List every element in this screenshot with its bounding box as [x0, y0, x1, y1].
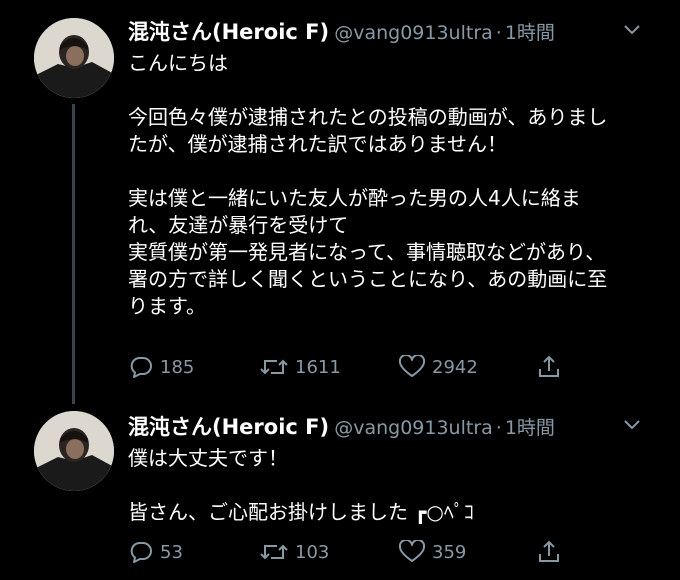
chevron-down-icon[interactable] [622, 22, 642, 36]
text-line: 今回色々僕が逮捕されたとの投稿の動画が、ありまし [128, 105, 608, 129]
reply-button[interactable]: 185 [128, 352, 194, 382]
retweet-icon [260, 359, 288, 375]
display-name[interactable]: 混沌さん(Heroic F) [128, 20, 329, 44]
text-line: こんにちは [128, 51, 228, 75]
text-line: 実は僕と一緒にいた友人が酔った男の人4人に絡ま [128, 186, 581, 210]
reply-count: 53 [160, 541, 183, 563]
like-count: 359 [432, 541, 467, 563]
retweet-count: 103 [295, 541, 330, 563]
tweet-text: こんにちは 今回色々僕が逮捕されたとの投稿の動画が、ありまし たが、僕が逮捕され… [128, 50, 648, 320]
tweet[interactable]: 混沌さん(Heroic F) @vang0913ultra · 1時間 僕は大丈夫で… [0, 395, 680, 580]
retweet-button[interactable]: 103 [259, 537, 329, 567]
avatar[interactable] [34, 411, 114, 491]
retweet-icon [260, 544, 288, 560]
thread-line [72, 104, 75, 404]
share-icon [539, 355, 559, 377]
text-line: れ、友達が暴行を受けて [128, 213, 349, 237]
tweet-header: 混沌さん(Heroic F) @vang0913ultra · 1時間 [128, 411, 555, 443]
like-icon [398, 540, 426, 562]
user-handle[interactable]: @vang0913ultra [334, 22, 493, 44]
text-line: 実質僕が第一発見者になって、事情聴取などがあり、 [128, 240, 606, 264]
tweet-header: 混沌さん(Heroic F) @vang0913ultra · 1時間 [128, 16, 555, 48]
separator-dot: · [495, 22, 502, 44]
text-line: 署の方で詳しく聞くということになり、あの動画に至 [128, 267, 608, 291]
like-icon [398, 355, 426, 377]
share-button[interactable] [536, 537, 568, 567]
text-line: 僕は大丈夫です！ [128, 446, 288, 470]
reply-count: 185 [160, 356, 195, 378]
tweet-text: 僕は大丈夫です！ 皆さん、ご心配お掛けしました ┏○ﾍﾟｺ [128, 445, 648, 526]
reply-icon [130, 357, 152, 378]
tweet-actions: 185 1611 2942 [128, 352, 568, 382]
user-handle[interactable]: @vang0913ultra [334, 417, 493, 439]
reply-icon [130, 542, 152, 563]
timestamp[interactable]: 1時間 [505, 417, 555, 439]
tweet[interactable]: 混沌さん(Heroic F) @vang0913ultra · 1時間 こんにちは … [0, 0, 680, 404]
reply-button[interactable]: 53 [128, 537, 183, 567]
avatar[interactable] [34, 18, 114, 98]
timestamp[interactable]: 1時間 [505, 22, 555, 44]
chevron-down-icon[interactable] [622, 417, 642, 431]
retweet-count: 1611 [295, 356, 341, 378]
share-button[interactable] [536, 352, 568, 382]
like-button[interactable]: 359 [398, 537, 466, 567]
text-line: ります。 [128, 294, 206, 318]
retweet-button[interactable]: 1611 [259, 352, 341, 382]
text-line: たが、僕が逮捕された訳ではありません！ [128, 132, 507, 156]
separator-dot: · [495, 417, 502, 439]
like-button[interactable]: 2942 [398, 352, 478, 382]
like-count: 2942 [432, 356, 478, 378]
text-line: 皆さん、ご心配お掛けしました ┏○ﾍﾟｺ [128, 500, 474, 524]
share-icon [539, 540, 559, 562]
display-name[interactable]: 混沌さん(Heroic F) [128, 415, 329, 439]
tweet-actions: 53 103 359 [128, 537, 568, 567]
